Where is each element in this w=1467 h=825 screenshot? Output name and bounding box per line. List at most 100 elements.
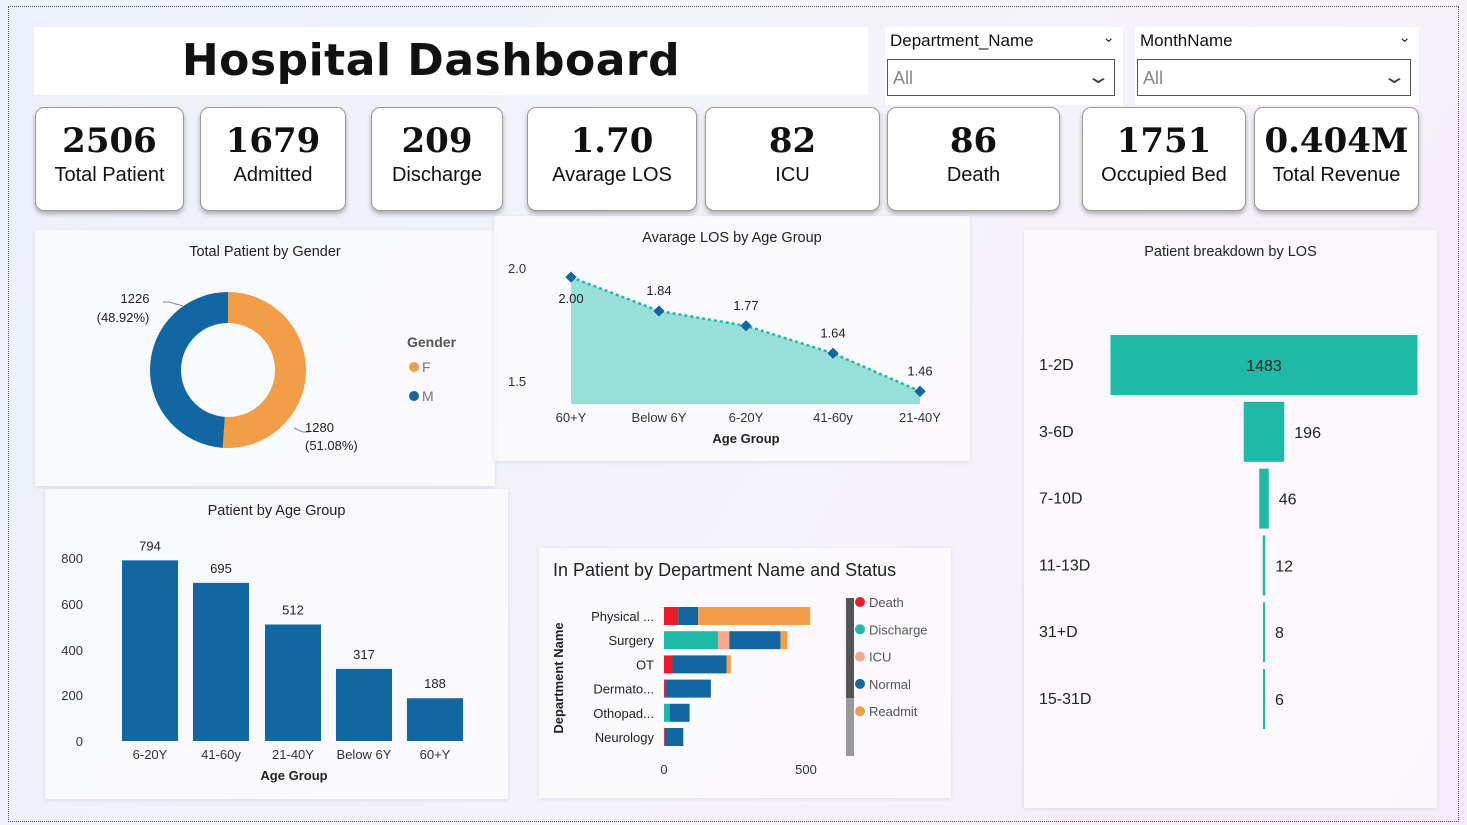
data-label: 6: [1275, 692, 1284, 709]
kpi-label: Discharge: [391, 164, 483, 186]
x-tick: 21-40Y: [899, 410, 941, 425]
legend-label-m: M: [422, 388, 434, 404]
los-breakdown-funnel-chart: 1-2D 1483 3-6D 196 7-10D 46 11-13D 12 31+D 8 15-31…: [1039, 335, 1418, 729]
x-tick: 41-60y: [201, 747, 241, 762]
data-label: 1.84: [646, 283, 671, 298]
bar-segment-normal[interactable]: [664, 728, 684, 746]
data-label: 317: [353, 647, 375, 662]
data-label-m-value: 1226: [121, 291, 150, 306]
legend-title: Gender: [407, 334, 457, 350]
chevron-down-icon[interactable]: ⌄: [1102, 28, 1115, 46]
bar-segment-discharge[interactable]: [664, 703, 670, 722]
leader-line: [163, 301, 184, 307]
data-label: 512: [282, 603, 304, 618]
category-label: OT: [636, 657, 654, 672]
chevron-down-icon[interactable]: ⌄: [1398, 28, 1411, 46]
avg-los-area-chart: 2.0 1.5 Age Group 2.00 60+Y 1.84 Below 6Y 1.…: [508, 261, 941, 446]
bar-segment-normal[interactable]: [669, 703, 690, 722]
gender-chart-panel: Total Patient by Gender 1226 (48.92%) 12…: [35, 230, 495, 486]
kpi-label: ICU: [775, 164, 810, 186]
kpi-label: Avarage LOS: [552, 164, 672, 186]
funnel-bar[interactable]: [1262, 535, 1266, 596]
kpi-value: 2506: [62, 121, 157, 161]
department-dropdown-value: All: [893, 68, 914, 88]
bar-segment-normal[interactable]: [672, 655, 727, 674]
legend-swatch: [855, 706, 865, 717]
bar-segment-death[interactable]: [664, 728, 665, 746]
month-dropdown[interactable]: All ⌄: [1137, 59, 1411, 96]
x-tick: 21-40Y: [272, 747, 314, 762]
kpi-total-revenue: 0.404M Total Revenue: [1254, 107, 1419, 211]
legend-swatch: [855, 624, 865, 635]
bar-segment-readmit[interactable]: [780, 631, 788, 650]
bar-segment-discharge[interactable]: [664, 631, 718, 650]
bar-segment-readmit[interactable]: [698, 607, 811, 625]
legend-label-f: F: [422, 359, 431, 375]
bar[interactable]: [265, 624, 321, 741]
bar[interactable]: [193, 582, 249, 741]
legend-label: Readmit: [869, 704, 918, 719]
kpi-average-los: 1.70 Avarage LOS: [527, 107, 697, 211]
funnel-bar[interactable]: [1259, 468, 1269, 529]
y-tick: 600: [61, 597, 83, 612]
x-axis-title: Age Group: [260, 768, 327, 783]
legend-label: Discharge: [869, 622, 928, 637]
bar[interactable]: [122, 560, 178, 741]
chevron-down-icon: ⌄: [1086, 66, 1112, 88]
category-label: 7-10D: [1039, 491, 1083, 508]
kpi-value: 1751: [1116, 121, 1212, 161]
department-dropdown[interactable]: All ⌄: [887, 59, 1115, 96]
title-banner: Hospital Dashboard: [34, 27, 868, 95]
kpi-value: 86: [949, 121, 998, 161]
department-status-chart-panel: In Patient by Department Name and Status…: [539, 548, 951, 798]
donut-slice-f[interactable]: [222, 292, 307, 448]
legend-scrollbar-thumb[interactable]: [846, 598, 854, 698]
category-label: 31+D: [1039, 624, 1078, 641]
donut-slice-m[interactable]: [150, 292, 228, 448]
legend-label: Normal: [869, 677, 911, 692]
y-tick: 1.5: [508, 374, 526, 389]
gender-donut-chart: 1226 (48.92%) 1280 (51.08%) Gender F M: [97, 291, 457, 453]
category-label: 1-2D: [1039, 357, 1074, 374]
funnel-bar[interactable]: [1243, 401, 1285, 462]
bar[interactable]: [407, 698, 463, 741]
month-filter-label: MonthName: [1140, 31, 1233, 50]
funnel-bar[interactable]: [1263, 669, 1265, 729]
kpi-label: Death: [946, 164, 1001, 186]
data-label-f-percent: (51.08%): [305, 438, 358, 453]
kpi-total-patient: 2506 Total Patient: [35, 107, 184, 211]
y-tick: 400: [61, 643, 83, 658]
month-filter: MonthName ⌄ All ⌄: [1135, 27, 1419, 105]
kpi-value: 0.404M: [1264, 121, 1409, 161]
kpi-label: Admitted: [233, 164, 313, 186]
month-dropdown-value: All: [1143, 68, 1164, 88]
bar[interactable]: [336, 668, 392, 741]
bar-segment-death[interactable]: [664, 679, 666, 698]
x-tick: 6-20Y: [133, 747, 168, 762]
bar-segment-death[interactable]: [664, 655, 673, 674]
bar-segment-normal[interactable]: [678, 607, 699, 625]
age-group-chart-panel: Patient by Age Group 800 600 400 200 0 A…: [45, 489, 508, 799]
bar-segment-normal[interactable]: [729, 631, 781, 650]
bar-segment-icu[interactable]: [717, 631, 730, 650]
data-label: 1.77: [733, 298, 758, 313]
y-tick: 2.0: [508, 261, 526, 276]
x-tick: 0: [660, 762, 667, 777]
kpi-label: Total Revenue: [1272, 164, 1401, 186]
data-label: 1483: [1246, 358, 1282, 375]
bar-segment-normal[interactable]: [665, 679, 711, 698]
legend-swatch: [855, 678, 865, 689]
bar-segment-death[interactable]: [664, 607, 679, 625]
x-tick: 41-60y: [813, 410, 853, 425]
data-label: 2.00: [558, 291, 583, 306]
funnel-bar[interactable]: [1263, 602, 1265, 663]
kpi-label: Total Patient: [54, 164, 165, 186]
department-status-bar-chart: Department Name 0 500 Death Discharge ICU N…: [551, 595, 928, 777]
page-title: Hospital Dashboard: [181, 35, 681, 86]
kpi-discharge: 209 Discharge: [371, 107, 503, 211]
y-axis-title: Department Name: [551, 622, 566, 733]
x-tick: 60+Y: [556, 410, 587, 425]
category-label: Physical ...: [591, 609, 654, 624]
bar-segment-readmit[interactable]: [726, 655, 731, 674]
x-tick: 6-20Y: [729, 410, 764, 425]
